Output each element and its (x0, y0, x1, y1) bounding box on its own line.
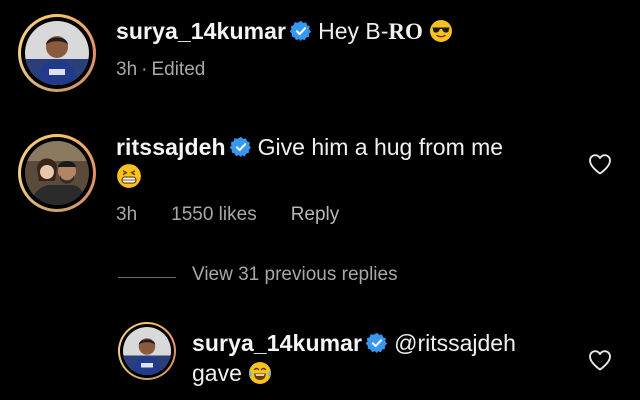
verified-badge-icon (289, 20, 312, 48)
comment-text: Give him a hug from me (257, 134, 504, 160)
view-previous-replies-button[interactable]: View 31 previous replies (192, 264, 398, 286)
comment-time: 3h (116, 204, 138, 225)
verified-badge-icon (365, 332, 388, 360)
grinning-emoji-icon (116, 163, 142, 195)
avatar[interactable] (18, 14, 96, 92)
mention-link[interactable]: @ritssajdeh (394, 330, 516, 356)
like-heart-icon[interactable] (588, 349, 612, 371)
comment-top: surya_14kumar Hey B-RO 3h · Edited (0, 0, 640, 110)
comment-text: Hey B-RO (318, 18, 423, 44)
comment-time: 3h (116, 59, 138, 80)
avatar-photo (25, 21, 89, 85)
comment-main: ritssajdeh Give him a hug from me 3h 1550… (0, 110, 640, 250)
avatar[interactable] (18, 134, 96, 212)
username[interactable]: ritssajdeh (116, 134, 226, 160)
username[interactable]: surya_14kumar (116, 18, 286, 44)
reply-comment: surya_14kumar @ritssajdeh gave (0, 310, 640, 400)
separator: · (141, 59, 148, 80)
like-heart-icon[interactable] (588, 153, 612, 175)
avatar-photo (123, 327, 171, 375)
reply-button[interactable]: Reply (291, 204, 340, 225)
username[interactable]: surya_14kumar (192, 330, 362, 356)
sunglasses-emoji-icon (429, 19, 453, 49)
edited-label: Edited (151, 59, 206, 80)
verified-badge-icon (229, 136, 252, 164)
laughing-tears-emoji-icon (248, 361, 272, 391)
avatar[interactable] (118, 322, 176, 380)
replies-divider (118, 277, 176, 278)
likes-count[interactable]: 1550 likes (171, 204, 257, 225)
comment-text: gave (192, 360, 242, 386)
avatar-photo (25, 141, 89, 205)
